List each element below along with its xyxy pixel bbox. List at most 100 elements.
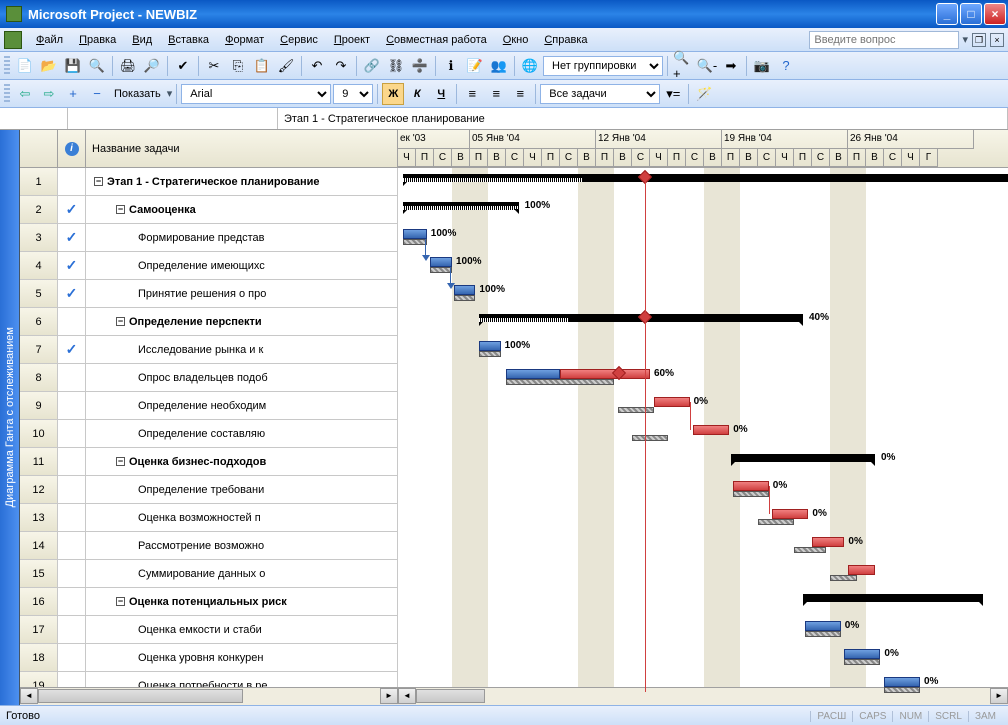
outline-toggle[interactable]: − (116, 457, 125, 466)
row-id[interactable]: 6 (20, 308, 58, 335)
row-name[interactable]: −Определение перспекти (86, 308, 398, 335)
wizard-button[interactable]: 🪄 (693, 83, 715, 105)
row-id[interactable]: 13 (20, 504, 58, 531)
row-name[interactable]: Опрос владельцев подоб (86, 364, 398, 391)
row-id[interactable]: 2 (20, 196, 58, 223)
row-name[interactable]: Оценка емкости и стаби (86, 616, 398, 643)
split-button[interactable]: ➗ (409, 55, 431, 77)
align-center-button[interactable]: ≡ (485, 83, 507, 105)
scroll-right-button[interactable]: ► (380, 688, 398, 704)
row-id[interactable]: 11 (20, 448, 58, 475)
align-right-button[interactable]: ≡ (509, 83, 531, 105)
table-row[interactable]: 5✓Принятие решения о про (20, 280, 398, 308)
unlink-button[interactable]: ⛓ (385, 55, 407, 77)
menu-Совместная работа[interactable]: Совместная работа (378, 31, 495, 49)
outline-toggle[interactable]: − (94, 177, 103, 186)
nav-fwd-button[interactable]: ⇨ (38, 83, 60, 105)
toolbar-grip[interactable] (4, 56, 10, 76)
table-row[interactable]: 2✓−Самооценка (20, 196, 398, 224)
help-button[interactable]: ? (775, 55, 797, 77)
task-bar[interactable] (772, 509, 808, 519)
show-label[interactable]: Показать (110, 88, 165, 100)
view-bar[interactable]: Диаграмма Ганта с отслеживанием (0, 130, 20, 705)
row-name[interactable]: Оценка потребности в ре (86, 672, 398, 687)
paste-button[interactable]: 📋 (251, 55, 273, 77)
close-button[interactable]: × (984, 3, 1006, 25)
outline-toggle[interactable]: − (116, 597, 125, 606)
table-row[interactable]: 6 −Определение перспекти (20, 308, 398, 336)
doc-close-button[interactable]: × (990, 33, 1004, 47)
row-id[interactable]: 10 (20, 420, 58, 447)
print-preview-button[interactable]: 🔎 (141, 55, 163, 77)
menu-Окно[interactable]: Окно (495, 31, 537, 49)
row-id[interactable]: 1 (20, 168, 58, 195)
row-name[interactable]: −Самооценка (86, 196, 398, 223)
info-button[interactable]: ℹ (440, 55, 462, 77)
font-size-combo[interactable]: 9 (333, 84, 373, 104)
row-name[interactable]: Определение составляю (86, 420, 398, 447)
print-button[interactable]: 🖨 (117, 55, 139, 77)
assign-button[interactable]: 👥 (488, 55, 510, 77)
menu-Правка[interactable]: Правка (71, 31, 124, 49)
italic-button[interactable]: К (406, 83, 428, 105)
row-id[interactable]: 4 (20, 252, 58, 279)
row-name[interactable]: Определение требовани (86, 476, 398, 503)
grid-header-indicators[interactable]: i (58, 130, 86, 167)
task-bar[interactable] (693, 425, 729, 435)
scroll-left-button[interactable]: ◄ (20, 688, 38, 704)
task-bar[interactable] (560, 369, 650, 379)
menu-Вид[interactable]: Вид (124, 31, 160, 49)
table-row[interactable]: 11−Оценка бизнес-подходов (20, 448, 398, 476)
maximize-button[interactable]: □ (960, 3, 982, 25)
grid-header-name[interactable]: Название задачи (86, 130, 398, 167)
table-row[interactable]: 1−Этап 1 - Стратегическое планирование (20, 168, 398, 196)
table-row[interactable]: 18Оценка уровня конкурен (20, 644, 398, 672)
summary-bar[interactable] (403, 174, 1008, 182)
row-id[interactable]: 15 (20, 560, 58, 587)
task-bar[interactable] (654, 397, 690, 407)
row-name[interactable]: Суммирование данных о (86, 560, 398, 587)
task-bar[interactable] (844, 649, 880, 659)
task-bar[interactable] (733, 481, 769, 491)
row-id[interactable]: 14 (20, 532, 58, 559)
menu-Проект[interactable]: Проект (326, 31, 378, 49)
summary-bar[interactable] (803, 594, 983, 602)
copy-button[interactable]: ⎘ (227, 55, 249, 77)
copy-picture-button[interactable]: 📷 (751, 55, 773, 77)
task-bar[interactable] (812, 537, 844, 547)
bold-button[interactable]: Ж (382, 83, 404, 105)
table-row[interactable]: 16−Оценка потенциальных риск (20, 588, 398, 616)
entry-value[interactable]: Этап 1 - Стратегическое планирование (278, 108, 1008, 129)
save-button[interactable]: 💾 (62, 55, 84, 77)
summary-bar[interactable] (731, 454, 875, 462)
row-name[interactable]: Принятие решения о про (86, 280, 398, 307)
zoom-in-button[interactable]: 🔍+ (672, 55, 694, 77)
menu-Формат[interactable]: Формат (217, 31, 272, 49)
task-bar[interactable] (884, 677, 920, 687)
row-name[interactable]: Исследование рынка и к (86, 336, 398, 363)
summary-bar[interactable] (403, 202, 518, 210)
row-name[interactable]: Определение имеющихс (86, 252, 398, 279)
table-row[interactable]: 4✓Определение имеющихс (20, 252, 398, 280)
menu-Сервис[interactable]: Сервис (272, 31, 326, 49)
grid-hscroll[interactable]: ◄ ► (20, 687, 398, 705)
row-id[interactable]: 7 (20, 336, 58, 363)
goto-button[interactable]: ➡ (720, 55, 742, 77)
table-row[interactable]: 3✓Формирование представ (20, 224, 398, 252)
nav-back-button[interactable]: ⇦ (14, 83, 36, 105)
table-row[interactable]: 15 Суммирование данных о (20, 560, 398, 588)
underline-button[interactable]: Ч (430, 83, 452, 105)
new-button[interactable]: 📄 (14, 55, 36, 77)
spellcheck-button[interactable]: ✔ (172, 55, 194, 77)
indent-button[interactable]: − (86, 83, 108, 105)
open-button[interactable]: 📂 (38, 55, 60, 77)
menu-Файл[interactable]: Файл (28, 31, 71, 49)
row-id[interactable]: 9 (20, 392, 58, 419)
task-bar[interactable] (805, 621, 841, 631)
font-combo[interactable]: Arial (181, 84, 331, 104)
row-id[interactable]: 19 (20, 672, 58, 687)
group-combo[interactable]: Нет группировки (543, 56, 663, 76)
doc-restore-button[interactable]: ❐ (972, 33, 986, 47)
outline-toggle[interactable]: − (116, 205, 125, 214)
search-button[interactable]: 🔍 (86, 55, 108, 77)
